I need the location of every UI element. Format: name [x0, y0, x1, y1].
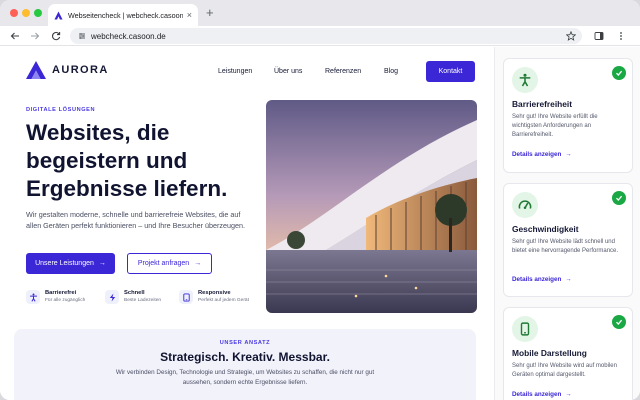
arrow-right-icon: →: [98, 260, 106, 267]
approach-eyebrow: UNSER ANSATZ: [219, 340, 271, 346]
details-link-label: Details anzeigen: [512, 391, 562, 398]
nav-link-ueber-uns[interactable]: Über uns: [274, 68, 302, 75]
accessibility-icon: [512, 67, 538, 93]
services-button-label: Unsere Leistungen: [35, 260, 94, 267]
arrow-right-icon: →: [565, 151, 572, 158]
web-page: AURORA Leistungen Über uns Referenzen Bl…: [0, 47, 640, 400]
feature-subtitle: Beste Ladezeiten: [124, 298, 162, 303]
lightning-icon: [105, 290, 119, 304]
check-description: Sehr gut! Ihre Website lädt schnell und …: [512, 239, 619, 254]
arrow-right-icon: →: [194, 260, 202, 267]
maximize-window-button[interactable]: [34, 9, 42, 17]
check-card-accessibility: Barrierefreiheit Sehr gut! Ihre Website …: [503, 58, 633, 173]
check-results-panel: Barrierefreiheit Sehr gut! Ihre Website …: [494, 47, 640, 400]
hero-subtitle: Wir gestalten moderne, schnelle und barr…: [26, 210, 245, 230]
check-passed-icon: [612, 66, 626, 80]
aurora-logo-icon: [26, 61, 46, 79]
check-passed-icon: [612, 315, 626, 329]
feature-title: Barrierefrei: [45, 290, 77, 296]
tab-bar: Webseitencheck | webcheck.casoon.de × +: [0, 0, 640, 26]
request-project-button-label: Projekt anfragen: [137, 260, 190, 267]
minimize-window-button[interactable]: [22, 9, 30, 17]
website: AURORA Leistungen Über uns Referenzen Bl…: [0, 47, 494, 400]
nav-link-blog[interactable]: Blog: [384, 68, 398, 75]
feature-subtitle: Für alle zugänglich: [45, 298, 86, 303]
request-project-button[interactable]: Projekt anfragen →: [127, 253, 212, 274]
approach-title: Strategisch. Kreativ. Messbar.: [160, 350, 330, 364]
accessibility-icon: [26, 290, 40, 304]
hero-title: Websites, die begeistern und Ergebnisse …: [26, 119, 261, 203]
nav-link-leistungen[interactable]: Leistungen: [218, 68, 252, 75]
feature-title: Schnell: [124, 290, 145, 296]
check-description: Sehr gut! Ihre Website erfüllt die wicht…: [512, 114, 598, 138]
feature-responsive: Responsive Perfekt auf jedem Gerät: [179, 290, 249, 304]
site-info-icon[interactable]: [78, 32, 86, 40]
browser-tab[interactable]: Webseitencheck | webcheck.casoon.de ×: [48, 4, 198, 26]
details-link-label: Details anzeigen: [512, 276, 562, 283]
hero-title-line: Websites, die: [26, 120, 170, 145]
feature-accessible: Barrierefrei Für alle zugänglich: [26, 290, 85, 304]
new-tab-button[interactable]: +: [206, 6, 214, 19]
browser-window: Webseitencheck | webcheck.casoon.de × + …: [0, 0, 640, 400]
hero-title-line: begeistern und: [26, 148, 188, 173]
approach-section: UNSER ANSATZ Strategisch. Kreativ. Messb…: [14, 329, 476, 400]
close-tab-icon[interactable]: ×: [187, 10, 192, 20]
check-description: Sehr gut! Ihre Website wird auf mobilen …: [512, 363, 617, 378]
details-link-label: Details anzeigen: [512, 151, 562, 158]
bookmark-star-icon[interactable]: [564, 29, 578, 43]
reload-icon[interactable]: [49, 29, 63, 43]
site-logo[interactable]: AURORA: [26, 61, 109, 79]
check-title: Barrierefreiheit: [512, 99, 573, 109]
speedometer-icon: [512, 192, 538, 218]
details-link[interactable]: Details anzeigen →: [512, 151, 572, 158]
smartphone-icon: [512, 316, 538, 342]
feature-subtitle: Perfekt auf jedem Gerät: [198, 298, 249, 303]
feature-fast: Schnell Beste Ladezeiten: [105, 290, 161, 304]
tab-title: Webseitencheck | webcheck.casoon.de: [68, 10, 183, 20]
url-text: webcheck.casoon.de: [91, 31, 166, 41]
nav-link-referenzen[interactable]: Referenzen: [325, 68, 361, 75]
arrow-right-icon: →: [565, 276, 572, 283]
feature-title: Responsive: [198, 290, 231, 296]
sidebar-toggle-icon[interactable]: [592, 29, 606, 43]
forward-icon[interactable]: [28, 29, 42, 43]
menu-icon[interactable]: [614, 29, 628, 43]
back-icon[interactable]: [8, 29, 22, 43]
contact-button[interactable]: Kontakt: [426, 61, 475, 82]
address-bar[interactable]: webcheck.casoon.de: [70, 28, 582, 44]
check-passed-icon: [612, 191, 626, 205]
details-link[interactable]: Details anzeigen →: [512, 276, 572, 283]
hero-architecture-image: [266, 100, 477, 313]
favicon-icon: [54, 10, 63, 20]
arrow-right-icon: →: [565, 391, 572, 398]
check-title: Geschwindigkeit: [512, 224, 579, 234]
close-window-button[interactable]: [10, 9, 18, 17]
logo-text: AURORA: [52, 64, 109, 76]
check-title: Mobile Darstellung: [512, 348, 587, 358]
details-link[interactable]: Details anzeigen →: [512, 391, 572, 398]
hero-eyebrow: DIGITALE LÖSUNGEN: [26, 107, 96, 113]
hero-title-line: Ergebnisse liefern.: [26, 176, 228, 201]
site-header: AURORA Leistungen Über uns Referenzen Bl…: [26, 61, 476, 85]
check-card-speed: Geschwindigkeit Sehr gut! Ihre Website l…: [503, 183, 633, 297]
browser-toolbar: webcheck.casoon.de: [0, 26, 640, 46]
check-card-mobile: Mobile Darstellung Sehr gut! Ihre Websit…: [503, 307, 633, 400]
services-button[interactable]: Unsere Leistungen →: [26, 253, 115, 274]
device-icon: [179, 290, 193, 304]
approach-text: Wir verbinden Design, Technologie und St…: [115, 369, 375, 386]
